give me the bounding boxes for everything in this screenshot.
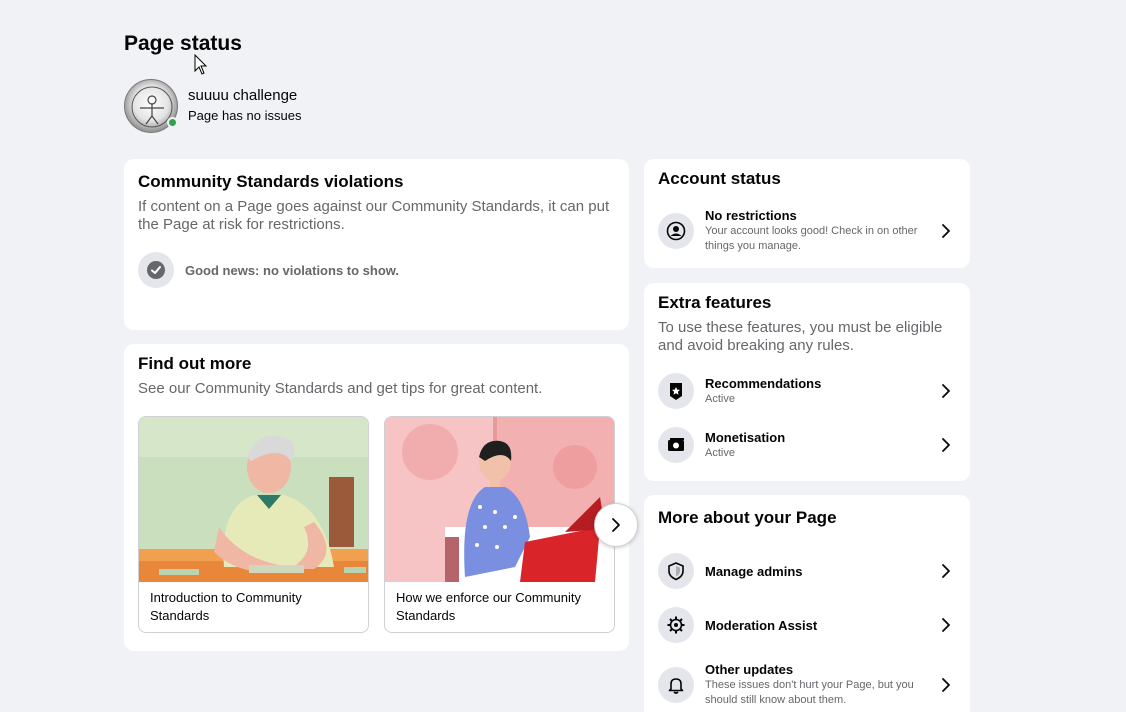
chevron-right-icon <box>936 221 956 241</box>
moderation-assist-row[interactable]: Moderation Assist <box>658 607 956 643</box>
chevron-right-icon <box>936 381 956 401</box>
other-updates-row[interactable]: Other updates These issues don't hurt yo… <box>658 661 956 708</box>
tile-how-we-enforce[interactable]: How we enforce our Community Standards <box>384 416 615 633</box>
manage-admins-row[interactable]: Manage admins <box>658 553 956 589</box>
extra-features-title: Extra features <box>658 293 772 312</box>
row-title: Monetisation <box>705 430 786 445</box>
row-title: Manage admins <box>705 563 803 579</box>
row-subtitle: Active <box>705 447 735 459</box>
gear-icon <box>658 607 694 643</box>
more-about-page-title: More about your Page <box>658 508 837 527</box>
row-subtitle: Active <box>705 393 735 405</box>
person-circle-icon <box>658 212 694 249</box>
row-subtitle: These issues don't hurt your Page, but y… <box>705 679 914 706</box>
no-restrictions-row[interactable]: No restrictions Your account looks good!… <box>658 207 956 254</box>
chevron-right-icon <box>936 561 956 581</box>
extra-features-description: To use these features, you must be eligi… <box>658 319 943 354</box>
row-subtitle: Your account looks good! Check in on oth… <box>705 225 918 252</box>
good-news-row: Good news: no violations to show. <box>138 252 615 288</box>
account-status-title: Account status <box>658 169 781 188</box>
tile-intro-community-standards[interactable]: Introduction to Community Standards <box>138 416 369 633</box>
account-status-card: Account status No restrictions Your acco… <box>644 159 970 268</box>
page-name[interactable]: suuuu challenge <box>188 86 301 106</box>
page-avatar[interactable] <box>124 79 178 133</box>
violations-description: If content on a Page goes against our Co… <box>138 198 610 233</box>
bell-icon <box>658 666 694 703</box>
check-circle-icon <box>138 252 174 288</box>
monetisation-row[interactable]: Monetisation Active <box>658 427 956 463</box>
money-icon <box>658 427 694 463</box>
page-title: Page status <box>124 32 242 55</box>
chevron-right-icon <box>936 675 956 695</box>
chevron-right-icon <box>612 518 620 532</box>
tile-illustration <box>139 417 368 582</box>
mouse-cursor-icon <box>194 54 208 75</box>
page-status-text: Page has no issues <box>188 108 302 123</box>
row-title: No restrictions <box>705 208 797 223</box>
good-news-text: Good news: no violations to show. <box>185 262 400 278</box>
violations-card: Community Standards violations If conten… <box>124 159 629 330</box>
tile-label: Introduction to Community Standards <box>150 590 302 623</box>
find-out-more-card: Find out more See our Community Standard… <box>124 344 638 651</box>
recommendations-row[interactable]: Recommendations Active <box>658 373 956 409</box>
shield-icon <box>658 553 694 589</box>
tile-label: How we enforce our Community Standards <box>396 590 581 623</box>
row-title: Recommendations <box>705 376 822 391</box>
row-title: Other updates <box>705 662 794 677</box>
extra-features-card: Extra features To use these features, yo… <box>644 283 970 481</box>
find-out-more-description: See our Community Standards and get tips… <box>138 380 543 397</box>
violations-title: Community Standards violations <box>138 172 404 191</box>
page-header: suuuu challenge Page has no issues <box>124 79 301 133</box>
more-about-page-card: More about your Page Manage admins Moder… <box>644 495 970 712</box>
find-out-more-title: Find out more <box>138 354 252 373</box>
carousel-next-button[interactable] <box>594 503 638 547</box>
tile-illustration <box>385 417 614 582</box>
chevron-right-icon <box>936 435 956 455</box>
chevron-right-icon <box>936 615 956 635</box>
row-title: Moderation Assist <box>705 617 818 633</box>
star-badge-icon <box>658 373 694 409</box>
online-status-icon <box>167 117 178 128</box>
